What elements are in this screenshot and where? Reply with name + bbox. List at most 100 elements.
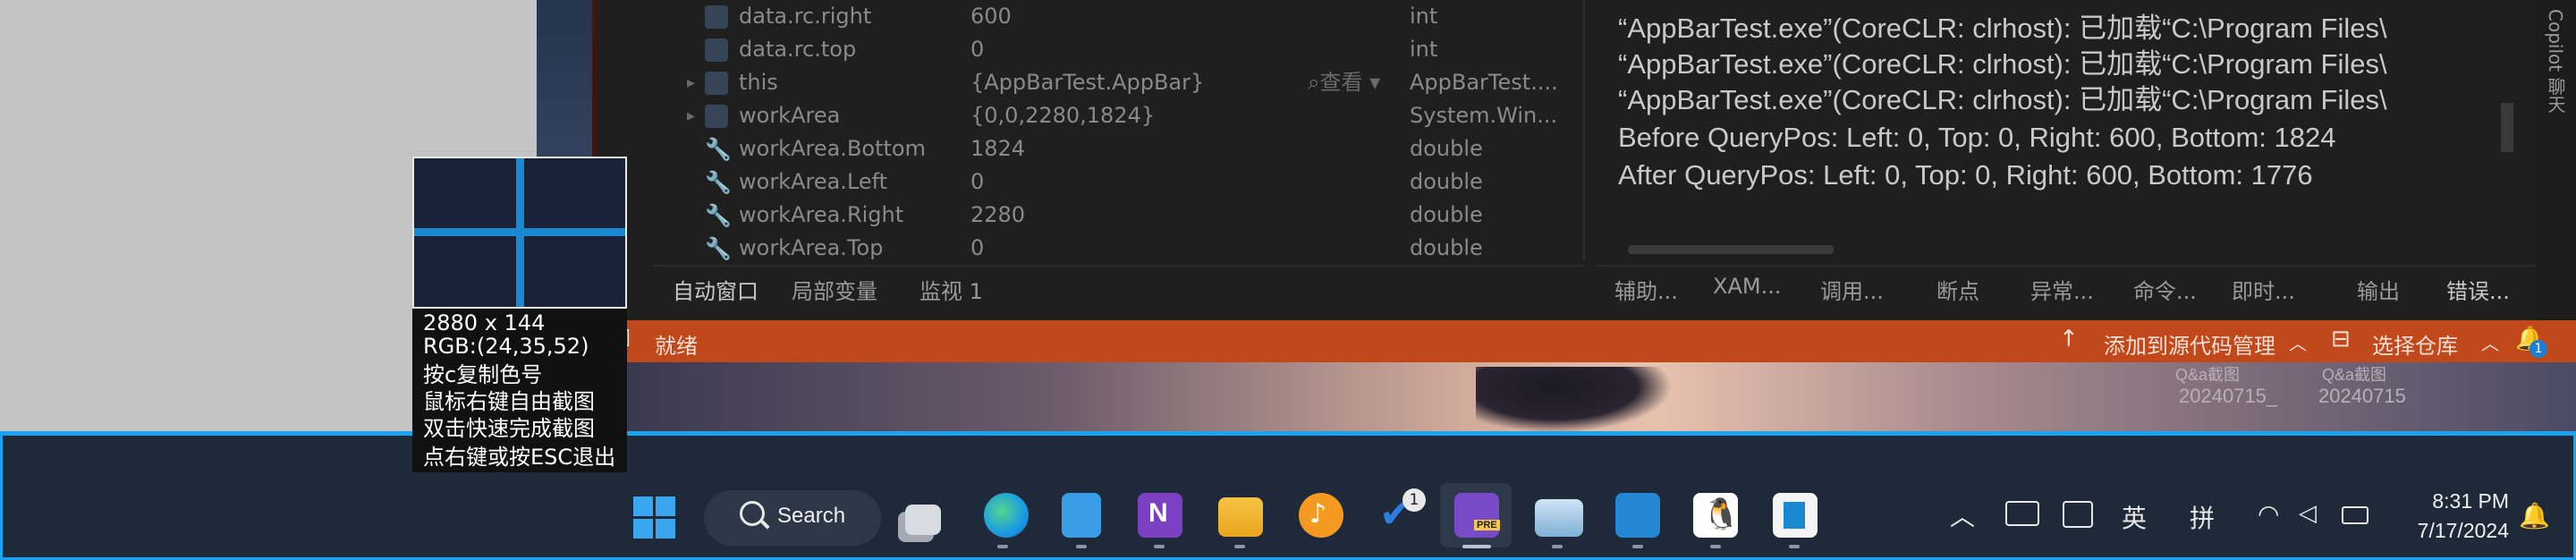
notification-bell-icon[interactable]: 🔔 [2519,501,2550,530]
variable-type: double [1410,169,1483,194]
tab-immediate[interactable]: 即时... [2232,274,2295,305]
show-hidden-icons-chevron-icon[interactable]: ︿ [1950,497,1975,533]
wifi-icon[interactable]: ◠ [2258,499,2279,529]
variable-type: double [1410,235,1483,260]
variable-type: System.Win... [1410,103,1558,128]
double-click-hint: 双击快速完成截图 [423,416,595,441]
variable-name: workArea.Bottom [739,136,926,161]
chevron-up-icon[interactable]: ︿ [2289,329,2307,355]
tab-call-stack[interactable]: 调用... [1820,274,1884,305]
locals-row[interactable]: data.rc.right 600 int [653,0,1583,33]
variable-name: data.rc.top [739,37,857,62]
touch-keyboard-icon[interactable] [2005,501,2039,526]
chevron-up-icon[interactable]: ︿ [2481,329,2499,355]
scrollbar-thumb[interactable] [2501,103,2513,152]
running-indicator [1552,545,1563,548]
clock-date[interactable]: 7/17/2024 [2386,519,2509,543]
view-visualizer-button[interactable]: ⌕查看 ▾ [1308,66,1380,99]
tab-locals[interactable]: 局部变量 [792,274,877,305]
vscode-icon[interactable] [1615,493,1660,538]
variable-type: double [1410,202,1483,227]
output-line: Before QueryPos: Left: 0, Top: 0, Right:… [1618,122,2336,153]
arrow-up-icon: ↑ [2059,326,2079,352]
file-explorer-icon[interactable] [1218,497,1263,537]
variable-type: double [1410,136,1483,161]
variable-name: workArea.Top [739,235,884,260]
tab-output[interactable]: 输出 [2357,274,2400,305]
running-indicator [1632,545,1643,548]
debug-tabs: 自动窗口 局部变量 监视 1 [653,265,1583,310]
wallpaper-figure [1476,367,1673,433]
scrollbar-thumb[interactable] [1628,245,1834,254]
expand-arrow-icon[interactable]: ▸ [687,99,695,132]
color-picker-info-panel: 2880 x 144 RGB:(24,35,52) 按c复制色号 鼠标右键自由截… [412,309,627,472]
input-language-indicator[interactable]: 英 [2122,499,2147,535]
tab-watch-1[interactable]: 监视 1 [919,274,983,305]
repository-icon: ⊟ [2331,326,2351,352]
variable-type: AppBarTest.... [1410,70,1558,95]
add-to-source-control-button[interactable]: 添加到源代码管理 [2104,328,2275,360]
running-indicator [1154,545,1165,548]
expand-arrow-icon[interactable]: ▸ [687,66,695,99]
rgb-value: RGB:(24,35,52) [423,334,589,359]
variable-value: 0 [970,37,985,62]
variable-name: data.rc.right [739,4,872,29]
running-indicator [1789,545,1800,548]
tab-accessibility[interactable]: 辅助... [1614,274,1678,305]
input-method-indicator[interactable]: 拼 [2190,499,2215,535]
locals-row[interactable]: data.rc.top 0 int [653,33,1583,66]
tab-breakpoints[interactable]: 断点 [1936,274,1979,305]
running-indicator [1076,545,1087,548]
clock-time[interactable]: 8:31 PM [2415,489,2509,513]
variable-type: int [1410,4,1438,29]
locals-row[interactable]: ▸ workArea {0,0,2280,1824} System.Win... [653,99,1583,132]
windows-start-icon[interactable] [633,496,676,539]
battery-icon[interactable] [2342,506,2368,524]
performance-monitor-icon[interactable] [1535,499,1583,537]
copilot-chat-label[interactable]: Copilot 聊天 [2543,9,2569,113]
pen-menu-icon[interactable] [2063,501,2093,528]
edge-browser-icon[interactable] [984,493,1029,538]
variable-name: workArea.Left [739,169,888,194]
locals-row[interactable]: 🔧 workArea.Left 0 double [653,165,1583,199]
output-vertical-scrollbar[interactable] [2496,0,2519,233]
tab-error-list[interactable]: 错误... [2446,274,2510,305]
tab-xaml[interactable]: XAM... [1713,274,1781,299]
object-icon [705,72,728,95]
select-repository-button[interactable]: 选择仓库 [2372,328,2458,360]
tab-exceptions[interactable]: 异常... [2030,274,2094,305]
desktop-label: 20240715 [2318,385,2406,407]
object-icon [705,105,728,128]
field-icon [705,5,728,29]
desktop-label: Q&a截图 [2175,366,2241,384]
notification-count-badge: 1 [2529,340,2547,358]
variable-name: workArea [739,103,841,128]
app-window-icon[interactable] [1773,493,1818,538]
tab-autos[interactable]: 自动窗口 [673,274,758,305]
copilot-chat-sidebar[interactable]: Copilot 聊天 [2536,0,2576,320]
output-horizontal-scrollbar[interactable] [1601,240,2513,258]
tab-command[interactable]: 命令... [2133,274,2197,305]
locals-row[interactable]: 🔧 workArea.Right 2280 double [653,199,1583,232]
status-bar: ☐ 就绪 ↑ 添加到源代码管理 ︿ ⊟ 选择仓库 ︿ 🔔 1 [592,320,2576,362]
output-line: “AppBarTest.exe”(CoreCLR: clrhost): 已加载“… [1618,84,2387,115]
locals-row[interactable]: 🔧 workArea.Top 0 double [653,232,1583,265]
notepad-icon[interactable] [1062,493,1101,538]
task-view-icon[interactable] [905,505,941,535]
variable-value: 0 [970,235,985,260]
volume-icon[interactable]: ◁ [2299,499,2317,527]
onenote-icon[interactable]: N [1138,493,1182,538]
visual-studio-preview-icon[interactable]: PRE [1454,493,1500,538]
exit-hint: 点右键或按ESC退出 [423,445,616,470]
locals-row[interactable]: 🔧 workArea.Bottom 1824 double [653,132,1583,165]
property-wrench-icon: 🔧 [705,203,732,228]
music-app-icon[interactable]: ♪ [1299,493,1343,538]
desktop-label: 20240715_ [2179,385,2278,407]
locals-row[interactable]: ▸ this {AppBarTest.AppBar} ⌕查看 ▾ AppBarT… [653,66,1583,99]
qq-icon[interactable]: 🐧 [1693,493,1740,538]
selection-size: 2880 x 144 [423,310,546,335]
taskbar-search-box[interactable]: Search [704,490,881,546]
desktop-label: Q&a截图 [2322,366,2387,384]
variable-value: 1824 [970,136,1026,161]
output-panel: “AppBarTest.exe”(CoreCLR: clrhost): 已加载“… [1597,0,2536,259]
